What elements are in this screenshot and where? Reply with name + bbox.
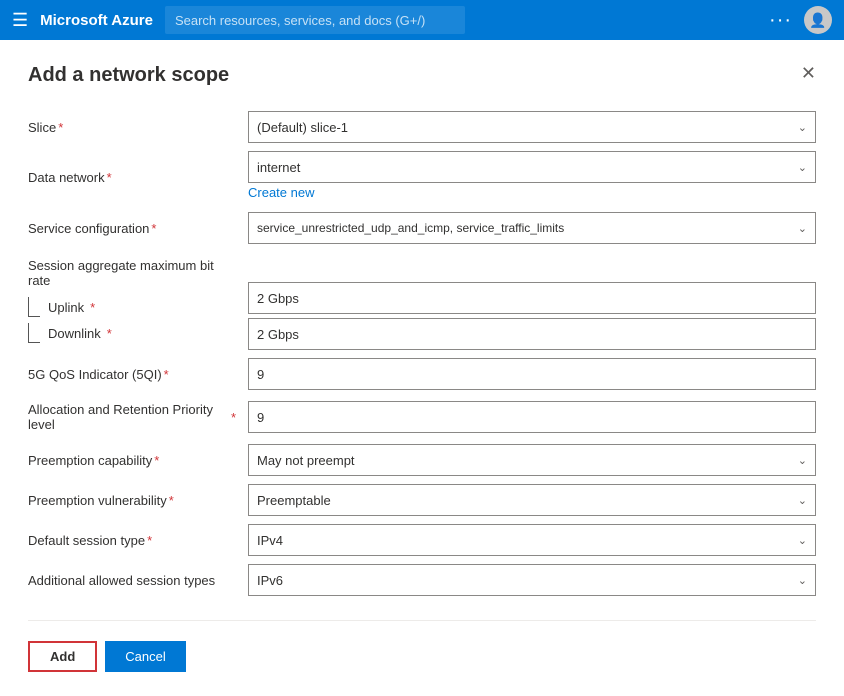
required-indicator: * — [154, 453, 159, 468]
chevron-down-icon: ⌄ — [798, 494, 807, 507]
chevron-down-icon: ⌄ — [798, 534, 807, 547]
allocation-input-cell — [248, 394, 816, 440]
navbar: ☰ Microsoft Azure ··· 👤 — [0, 0, 844, 40]
service-config-dropdown-value: service_unrestricted_udp_and_icmp, servi… — [257, 221, 564, 235]
close-button[interactable]: ✕ — [801, 64, 816, 82]
service-config-dropdown[interactable]: service_unrestricted_udp_and_icmp, servi… — [248, 212, 816, 244]
dialog-panel: Add a network scope ✕ Slice* (Default) s… — [0, 40, 844, 696]
required-indicator: * — [231, 410, 236, 425]
global-search-input[interactable] — [165, 6, 465, 34]
preemption-vuln-label: Preemption vulnerability* — [28, 480, 248, 520]
avatar[interactable]: 👤 — [804, 6, 832, 34]
required-indicator: * — [107, 326, 112, 341]
required-indicator: * — [164, 367, 169, 382]
chevron-down-icon: ⌄ — [798, 121, 807, 134]
required-indicator: * — [58, 120, 63, 135]
qos-input-cell — [248, 354, 816, 394]
form: Slice* (Default) slice-1 ⌄ Data network*… — [28, 107, 816, 600]
hamburger-icon[interactable]: ☰ — [12, 10, 28, 31]
chevron-down-icon: ⌄ — [798, 454, 807, 467]
default-session-dropdown[interactable]: IPv4 ⌄ — [248, 524, 816, 556]
data-network-label: Data network* — [28, 147, 248, 208]
downlink-input[interactable] — [248, 318, 816, 350]
default-session-label: Default session type* — [28, 520, 248, 560]
preemption-cap-input-cell: May not preempt ⌄ — [248, 440, 816, 480]
downlink-label-row: Downlink * — [28, 320, 112, 346]
required-indicator: * — [169, 493, 174, 508]
qos-label: 5G QoS Indicator (5QI)* — [28, 354, 248, 394]
preemption-vuln-dropdown-value: Preemptable — [257, 493, 331, 508]
required-indicator: * — [90, 300, 95, 315]
more-options-icon[interactable]: ··· — [769, 9, 792, 32]
required-indicator: * — [147, 533, 152, 548]
additional-session-dropdown[interactable]: IPv6 ⌄ — [248, 564, 816, 596]
slice-label: Slice* — [28, 107, 248, 147]
additional-session-label: Additional allowed session types — [28, 560, 248, 600]
required-indicator: * — [107, 170, 112, 185]
chevron-down-icon: ⌄ — [798, 222, 807, 235]
dialog-header: Add a network scope ✕ — [28, 64, 816, 87]
additional-session-dropdown-value: IPv6 — [257, 573, 283, 588]
default-session-dropdown-value: IPv4 — [257, 533, 283, 548]
slice-dropdown-value: (Default) slice-1 — [257, 120, 348, 135]
cancel-button[interactable]: Cancel — [105, 641, 185, 672]
uplink-label-row: Uplink * — [28, 294, 112, 320]
qos-input[interactable] — [248, 358, 816, 390]
data-network-dropdown[interactable]: internet ⌄ — [248, 151, 816, 183]
chevron-down-icon: ⌄ — [798, 161, 807, 174]
slice-dropdown[interactable]: (Default) slice-1 ⌄ — [248, 111, 816, 143]
slice-input-cell: (Default) slice-1 ⌄ — [248, 107, 816, 147]
preemption-vuln-dropdown[interactable]: Preemptable ⌄ — [248, 484, 816, 516]
data-network-dropdown-value: internet — [257, 160, 300, 175]
divider — [28, 620, 816, 621]
preemption-cap-label: Preemption capability* — [28, 440, 248, 480]
data-network-input-cell: internet ⌄ Create new — [248, 147, 816, 208]
default-session-input-cell: IPv4 ⌄ — [248, 520, 816, 560]
create-new-link[interactable]: Create new — [248, 185, 816, 200]
preemption-vuln-input-cell: Preemptable ⌄ — [248, 480, 816, 520]
uplink-label: Uplink — [48, 300, 84, 315]
required-indicator: * — [151, 221, 156, 236]
session-aggregate-label: Session aggregate maximum bit rate Uplin… — [28, 248, 248, 354]
dialog-title: Add a network scope — [28, 64, 229, 87]
preemption-cap-dropdown-value: May not preempt — [257, 453, 355, 468]
button-row: Add Cancel — [28, 641, 816, 672]
chevron-down-icon: ⌄ — [798, 574, 807, 587]
add-button[interactable]: Add — [28, 641, 97, 672]
service-config-label: Service configuration* — [28, 208, 248, 248]
additional-session-input-cell: IPv6 ⌄ — [248, 560, 816, 600]
session-aggregate-input-cell — [248, 248, 816, 354]
uplink-input[interactable] — [248, 282, 816, 314]
preemption-cap-dropdown[interactable]: May not preempt ⌄ — [248, 444, 816, 476]
allocation-input[interactable] — [248, 401, 816, 433]
allocation-label: Allocation and Retention Priority level* — [28, 394, 248, 440]
service-config-input-cell: service_unrestricted_udp_and_icmp, servi… — [248, 208, 816, 248]
azure-logo-title: Microsoft Azure — [40, 12, 153, 29]
downlink-label: Downlink — [48, 326, 101, 341]
